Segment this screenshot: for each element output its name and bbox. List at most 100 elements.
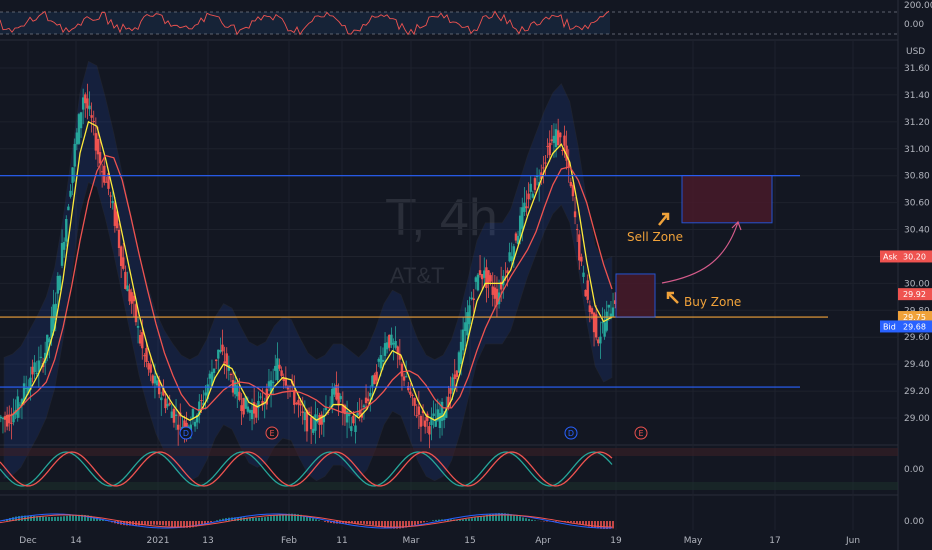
candle-body — [324, 407, 328, 411]
candle-body — [86, 98, 89, 109]
macd-bar — [612, 521, 614, 529]
candle-body — [603, 322, 606, 337]
macd-bar — [570, 521, 572, 523]
macd-bar — [159, 521, 161, 526]
candle-body — [464, 322, 467, 331]
candle-body — [105, 181, 108, 183]
candle-body — [259, 396, 262, 398]
price-tick: 31.60 — [904, 64, 930, 74]
price-tag-value: 29.92 — [903, 290, 926, 299]
sell-zone-label[interactable]: Sell Zone — [627, 230, 683, 244]
candle-body — [250, 409, 254, 420]
candle-body — [126, 285, 129, 291]
candle-body — [1, 417, 5, 420]
macd-bar — [54, 516, 56, 521]
stoch-tick-0: 0.00 — [904, 465, 924, 475]
macd-bar — [273, 515, 275, 521]
candle-body — [586, 280, 589, 300]
candle-body — [575, 229, 579, 231]
sell-zone-box[interactable] — [681, 175, 773, 224]
candle-body — [252, 402, 256, 414]
candle-body — [352, 415, 355, 424]
candle-body — [559, 132, 562, 138]
candle-body — [73, 143, 76, 167]
candle-body — [369, 392, 372, 397]
price-tick: 30.00 — [904, 279, 930, 289]
macd-bar — [513, 514, 515, 521]
candle-body — [309, 417, 313, 430]
candle-body — [160, 397, 163, 401]
candle-body — [151, 375, 155, 384]
macd-bar — [477, 516, 479, 521]
macd-bar — [417, 521, 419, 525]
candle-body — [521, 207, 524, 229]
candle-body — [394, 341, 397, 348]
macd-bar — [255, 517, 257, 521]
candle-body — [128, 289, 131, 302]
macd-bar — [216, 520, 218, 521]
candle-body — [172, 408, 176, 423]
candle-body — [301, 411, 304, 413]
time-tick: 15 — [464, 536, 475, 546]
macd-bar — [324, 521, 326, 522]
candle-body — [594, 314, 598, 338]
macd-bar — [72, 515, 74, 521]
candle-body — [297, 400, 300, 405]
time-tick: May — [684, 536, 703, 546]
candle-body — [455, 370, 459, 377]
buy-zone-box[interactable] — [615, 273, 656, 318]
candle-body — [580, 256, 583, 262]
candle-body — [204, 392, 207, 396]
macd-tick-0: 0.00 — [904, 517, 924, 527]
candle-body — [597, 339, 600, 344]
candle-body — [75, 132, 79, 145]
chart-canvas[interactable]: T, 4h AT&T Sell Zone Buy Zone DEDE 31.60… — [0, 0, 932, 550]
candle-body — [39, 356, 43, 358]
candle-body — [563, 135, 566, 146]
time-tick: Mar — [403, 536, 420, 546]
candle-body — [119, 246, 123, 267]
candle-body — [366, 398, 370, 402]
price-tick: 29.00 — [904, 414, 930, 424]
macd-bar — [432, 520, 434, 521]
candle-body — [164, 398, 167, 409]
macd-bar — [522, 517, 524, 521]
candle-body — [271, 381, 275, 384]
candle-body — [318, 414, 321, 425]
candle-body — [556, 130, 560, 146]
macd-bar — [69, 515, 71, 521]
buy-zone-label[interactable]: Buy Zone — [684, 295, 741, 309]
candle-body — [149, 364, 152, 373]
macd-bar — [420, 521, 422, 524]
candle-body — [561, 149, 564, 152]
macd-bar — [579, 521, 581, 525]
candle-body — [489, 275, 492, 282]
candle-body — [390, 334, 393, 346]
candle-body — [124, 271, 127, 289]
macd-bar — [528, 519, 530, 521]
candle-body — [174, 414, 178, 416]
price-tag-label: Ask — [883, 252, 898, 261]
price-tag-value: 30.20 — [903, 252, 926, 261]
candle-body — [138, 335, 142, 344]
macd-bar — [480, 516, 482, 521]
candle-body — [176, 424, 180, 430]
candle-body — [35, 372, 38, 374]
price-tick: 29.60 — [904, 333, 930, 343]
macd-bar — [51, 517, 53, 521]
macd-bar — [573, 521, 575, 523]
candle-body — [611, 307, 615, 317]
candle-body — [145, 348, 148, 362]
candle-body — [333, 386, 336, 395]
macd-bar — [555, 521, 557, 522]
candle-body — [33, 362, 36, 373]
candle-body — [299, 403, 302, 406]
candle-body — [246, 406, 250, 412]
macd-bar — [66, 515, 68, 521]
candle-body — [544, 162, 547, 164]
candle-body — [354, 425, 357, 432]
candle-body — [337, 392, 340, 406]
candle-body — [12, 414, 15, 423]
candle-body — [588, 305, 592, 312]
candle-body — [16, 396, 19, 418]
